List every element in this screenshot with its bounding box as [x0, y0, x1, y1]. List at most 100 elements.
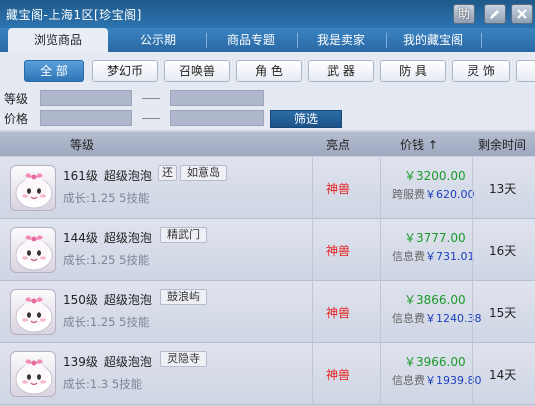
- server-location-tag: 灵隐寺: [160, 351, 207, 367]
- column-divider: [472, 219, 473, 281]
- price-min-input[interactable]: [40, 110, 132, 126]
- price-filter-label: 价格: [4, 112, 29, 126]
- server-location-tag: 鼓浪屿: [160, 289, 207, 305]
- column-divider: [472, 281, 473, 343]
- price-value: ￥3866.00: [404, 293, 466, 307]
- pet-avatar[interactable]: [10, 351, 56, 397]
- fee-label: 信息费: [392, 374, 425, 387]
- tab-public[interactable]: 公示期: [112, 28, 204, 52]
- remaining-time: 15天: [489, 306, 517, 320]
- server-location-tag: 如意岛: [180, 165, 227, 181]
- help-button[interactable]: 助: [453, 4, 475, 24]
- price-max-input[interactable]: [170, 110, 264, 126]
- price-value: ￥3966.00: [404, 355, 466, 369]
- pet-title: 161级 超级泡泡: [63, 167, 152, 184]
- category-roles[interactable]: 角 色: [236, 60, 302, 82]
- category-weapons[interactable]: 武 器: [308, 60, 374, 82]
- remaining-time: 13天: [489, 182, 517, 196]
- fee-info: 信息费￥1240.38: [392, 310, 482, 326]
- category-more[interactable]: [516, 60, 535, 82]
- return-badge: 还: [158, 165, 177, 181]
- category-pets[interactable]: 召唤兽: [164, 60, 230, 82]
- fee-label: 信息费: [392, 250, 425, 263]
- fee-value: ￥620.00: [425, 188, 475, 201]
- fee-label: 跨服费: [392, 188, 425, 201]
- header-highlight[interactable]: 亮点: [326, 136, 350, 153]
- highlight-label: 神兽: [326, 368, 351, 382]
- header-time[interactable]: 剩余时间: [478, 136, 526, 153]
- table-row[interactable]: 161级 超级泡泡还如意岛成长:1.25 5技能 神兽 ￥3200.00 跨服费￥620…: [0, 157, 535, 219]
- column-divider: [380, 219, 381, 281]
- column-divider: [472, 343, 473, 405]
- column-divider: [380, 157, 381, 219]
- window-title: 藏宝阁-上海1区[珍宝阁]: [6, 8, 142, 22]
- close-button[interactable]: [511, 4, 533, 24]
- level-min-input[interactable]: [40, 90, 132, 106]
- category-armor[interactable]: 防 具: [380, 60, 446, 82]
- remaining-time: 14天: [489, 368, 517, 382]
- pet-title: 150级 超级泡泡: [63, 291, 152, 308]
- server-location-tag: 精武门: [160, 227, 207, 243]
- fee-info: 信息费￥1939.80: [392, 372, 482, 388]
- pet-level: 139级: [63, 355, 98, 369]
- pet-avatar[interactable]: [10, 227, 56, 273]
- header-level[interactable]: 等级: [70, 136, 94, 153]
- fee-info: 信息费￥731.01: [392, 248, 475, 264]
- column-divider: [380, 281, 381, 343]
- fee-value: ￥1939.80: [425, 374, 482, 387]
- table-row[interactable]: 139级 超级泡泡 灵隐寺 成长:1.3 5技能 神兽 ￥3966.00 信息费￥1939.…: [0, 343, 535, 405]
- category-bar: 全 部 梦幻币 召唤兽 角 色 武 器 防 具 灵 饰: [0, 52, 535, 88]
- pet-level: 150级: [63, 293, 98, 307]
- pet-growth-info: 成长:1.25 5技能: [63, 253, 150, 267]
- tab-divider: [481, 33, 482, 48]
- pet-name: 超级泡泡: [103, 231, 152, 245]
- edit-icon: [490, 10, 499, 19]
- table-row[interactable]: 150级 超级泡泡 鼓浪屿 成长:1.25 5技能 神兽 ￥3866.00 信息费￥1240…: [0, 281, 535, 343]
- fee-value: ￥1240.38: [425, 312, 482, 325]
- pet-name: 超级泡泡: [103, 293, 152, 307]
- table-row[interactable]: 144级 超级泡泡 精武门 成长:1.25 5技能 神兽 ￥3777.00 信息费￥731.…: [0, 219, 535, 281]
- tab-seller[interactable]: 我是卖家: [298, 28, 384, 52]
- tab-topics[interactable]: 商品专题: [207, 28, 295, 52]
- column-divider: [312, 157, 313, 219]
- category-all[interactable]: 全 部: [24, 60, 84, 82]
- pet-name: 超级泡泡: [103, 355, 152, 369]
- pet-growth-info: 成长:1.25 5技能: [63, 191, 150, 205]
- tab-browse[interactable]: 浏览商品: [8, 28, 108, 53]
- close-icon: [517, 9, 527, 19]
- main-tabs: 浏览商品 公示期 商品专题 我是卖家 我的藏宝阁: [0, 28, 535, 53]
- level-filter-label: 等级: [4, 92, 29, 106]
- filter-panel: 等级 价格: [0, 88, 535, 130]
- column-divider: [312, 343, 313, 405]
- pet-level: 144级: [63, 231, 98, 245]
- category-currency[interactable]: 梦幻币: [92, 60, 158, 82]
- pet-level: 161级: [63, 169, 98, 183]
- remaining-time: 16天: [489, 244, 517, 258]
- pet-title: 144级 超级泡泡: [63, 229, 152, 246]
- column-divider: [472, 157, 473, 219]
- tab-my-cangbaoge[interactable]: 我的藏宝阁: [387, 28, 479, 52]
- fee-value: ￥731.01: [425, 250, 475, 263]
- pet-avatar[interactable]: [10, 289, 56, 335]
- category-accessories[interactable]: 灵 饰: [452, 60, 510, 82]
- title-bar: 藏宝阁-上海1区[珍宝阁] 助: [0, 0, 535, 28]
- pet-avatar[interactable]: [10, 165, 56, 211]
- filter-button[interactable]: 筛选: [270, 110, 342, 128]
- highlight-label: 神兽: [326, 182, 351, 196]
- level-max-input[interactable]: [170, 90, 264, 106]
- table-header: 等级 亮点 价钱 ↑ 剩余时间: [0, 132, 535, 156]
- level-range-dash: [142, 98, 160, 99]
- column-divider: [312, 281, 313, 343]
- price-value: ￥3200.00: [404, 169, 466, 183]
- fee-label: 信息费: [392, 312, 425, 325]
- price-value: ￥3777.00: [404, 231, 466, 245]
- highlight-label: 神兽: [326, 244, 351, 258]
- pet-title: 139级 超级泡泡: [63, 353, 152, 370]
- edit-button[interactable]: [484, 4, 506, 24]
- column-divider: [312, 219, 313, 281]
- highlight-label: 神兽: [326, 306, 351, 320]
- header-price[interactable]: 价钱 ↑: [400, 136, 438, 153]
- fee-info: 跨服费￥620.00: [392, 186, 475, 202]
- pet-name: 超级泡泡: [103, 169, 152, 183]
- pet-growth-info: 成长:1.25 5技能: [63, 315, 150, 329]
